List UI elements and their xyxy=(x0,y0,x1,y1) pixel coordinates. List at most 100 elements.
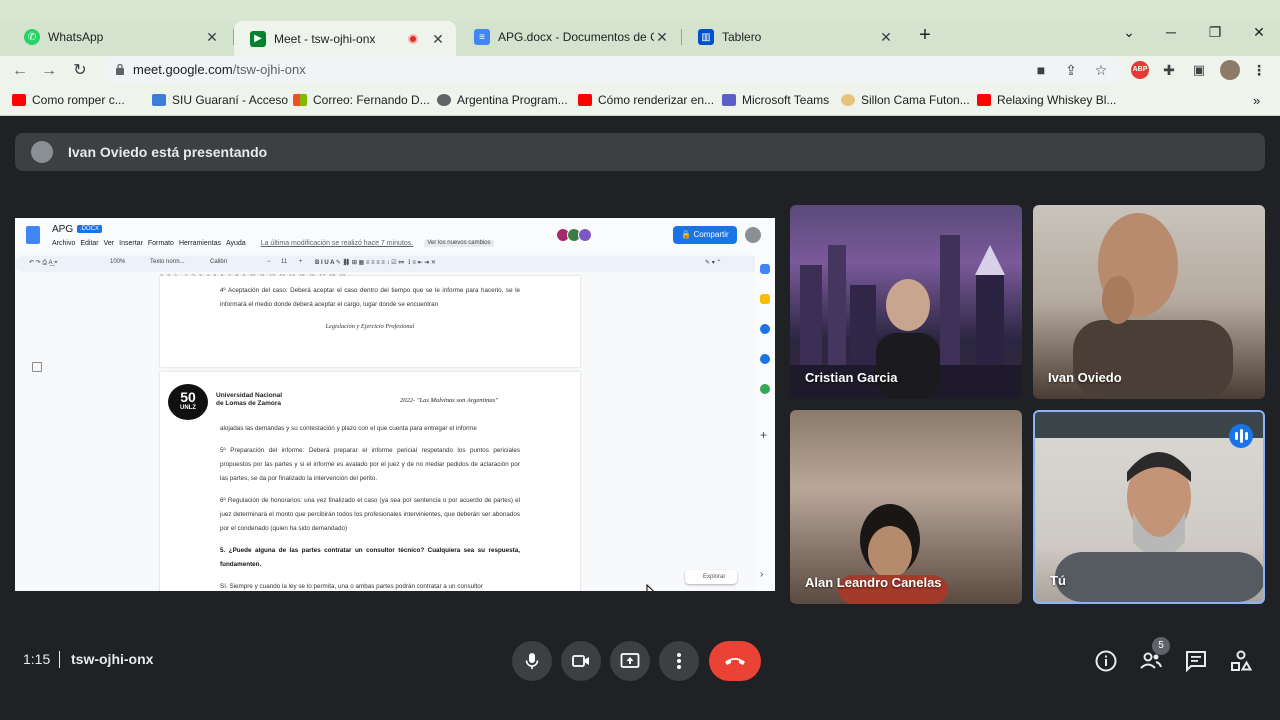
recording-icon xyxy=(408,33,418,44)
docx-badge: .DOCX xyxy=(77,225,103,233)
microphone-button[interactable] xyxy=(512,641,552,681)
paragraph: Sí. Siempre y cuando la ley se lo permit… xyxy=(220,583,483,590)
presenting-text: Ivan Oviedo está presentando xyxy=(68,144,268,160)
chat-icon[interactable] xyxy=(1184,649,1208,673)
close-icon[interactable]: ✕ xyxy=(878,29,894,45)
year-motto: 2022- "Las Malvinas son Argentinas" xyxy=(400,397,498,404)
reload-icon[interactable]: ↻ xyxy=(69,60,91,82)
bookmarks-bar: Como romper c... SIU Guaraní - Acceso Co… xyxy=(0,86,1280,116)
docs-icon: ≡ xyxy=(474,29,490,45)
menu-insertar[interactable]: Insertar xyxy=(119,240,143,247)
docs-header: APG .DOCX Archivo Editar Ver Insertar Fo… xyxy=(15,218,775,254)
docs-icon xyxy=(26,226,40,244)
back-icon[interactable]: ← xyxy=(9,60,31,82)
bookmark-item[interactable]: Correo: Fernando D... xyxy=(293,93,430,107)
university-name: Universidad Nacional de Lomas de Zamora xyxy=(216,392,283,407)
tab-whatsapp[interactable]: ✆ WhatsApp ✕ xyxy=(8,21,230,53)
info-icon[interactable] xyxy=(1094,649,1118,673)
paragraph: 5º Preparación del informe: Deberá prepa… xyxy=(220,447,520,482)
tab-title: Tablero xyxy=(722,30,762,44)
menu-formato[interactable]: Formato xyxy=(148,240,174,247)
minimize-button[interactable]: ─ xyxy=(1160,24,1182,40)
font-select: Calibri xyxy=(210,259,228,265)
present-screen-icon xyxy=(620,653,640,668)
tasks-icon xyxy=(760,324,770,334)
tab-title: APG.docx - Documentos de Goo xyxy=(498,30,654,44)
bookmark-item[interactable]: Microsoft Teams xyxy=(722,93,829,107)
page-1: 4º Aceptación del caso: Deberá aceptar e… xyxy=(160,276,580,367)
menu-archivo[interactable]: Archivo xyxy=(52,240,75,247)
speaking-indicator-icon xyxy=(1229,424,1253,448)
more-options-button[interactable] xyxy=(659,641,699,681)
shop-icon xyxy=(841,94,855,106)
tab-search-icon[interactable]: ⌄ xyxy=(1118,24,1140,41)
camera-icon[interactable]: ■ xyxy=(1033,62,1049,78)
forward-icon[interactable]: → xyxy=(38,60,60,82)
undo-icon: ↶ ↷ ⎙ A͟ ⌖ xyxy=(29,260,58,266)
keep-icon xyxy=(760,294,770,304)
add-icon: + xyxy=(760,428,768,442)
activities-icon[interactable] xyxy=(1229,649,1253,673)
doc-title: APG xyxy=(52,224,74,235)
share-icon[interactable]: ⇪ xyxy=(1063,62,1079,78)
profile-avatar[interactable] xyxy=(1220,60,1240,80)
close-icon[interactable]: ✕ xyxy=(430,31,446,47)
bookmark-item[interactable]: SIU Guaraní - Acceso xyxy=(152,93,288,107)
siu-icon xyxy=(152,94,166,106)
star-icon[interactable]: ☆ xyxy=(1093,62,1109,78)
url-host: meet.google.com xyxy=(133,62,233,77)
close-icon[interactable]: ✕ xyxy=(654,29,670,45)
present-button[interactable] xyxy=(610,641,650,681)
address-bar[interactable]: meet.google.com/tsw-ojhi-onx ■ ⇪ ☆ xyxy=(103,56,1123,84)
participant-tile[interactable]: Cristian Garcia xyxy=(790,205,1022,399)
bookmark-item[interactable]: Sillon Cama Futon... xyxy=(841,93,970,107)
font-size-plus-icon: + xyxy=(299,259,303,265)
tab-meet[interactable]: ▶ Meet - tsw-ojhi-onx ✕ xyxy=(234,21,456,56)
bookmark-item[interactable]: Argentina Program... xyxy=(437,93,568,107)
microphone-icon xyxy=(525,653,539,669)
tab-title: Meet - tsw-ojhi-onx xyxy=(274,31,376,46)
meeting-time: 1:15 xyxy=(23,651,51,667)
format-toolbar: ↶ ↷ ⎙ A͟ ⌖ 100% Texto norm... Calibri − … xyxy=(15,256,775,272)
side-panel-icon[interactable]: ▣ xyxy=(1190,61,1208,79)
close-window-button[interactable]: ✕ xyxy=(1248,24,1270,41)
menu-icon[interactable]: ⋮ xyxy=(1250,61,1268,79)
menu-herramientas[interactable]: Herramientas xyxy=(179,240,221,247)
end-call-button[interactable] xyxy=(709,641,761,681)
extensions-icon[interactable]: ✚ xyxy=(1160,61,1178,79)
camera-button[interactable] xyxy=(561,641,601,681)
participant-tile-self[interactable]: Tú xyxy=(1033,410,1265,604)
font-size-minus-icon: − xyxy=(267,259,271,265)
more-bookmarks-icon[interactable]: » xyxy=(1253,93,1260,108)
zoom-select: 100% xyxy=(110,259,126,265)
bookmark-item[interactable]: Cómo renderizar en... xyxy=(578,93,714,107)
adblock-icon[interactable]: ABP xyxy=(1131,61,1149,79)
participant-name: Ivan Oviedo xyxy=(1048,370,1122,385)
tab-docs[interactable]: ≡ APG.docx - Documentos de Goo ✕ xyxy=(458,21,680,53)
new-changes-button[interactable]: Ver los nuevos cambios xyxy=(424,240,494,247)
menu-ver[interactable]: Ver xyxy=(104,240,115,247)
participant-tile[interactable]: Ivan Oviedo xyxy=(1033,205,1265,399)
presenting-banner: Ivan Oviedo está presentando xyxy=(15,133,1265,171)
bookmark-item[interactable]: Como romper c... xyxy=(12,93,125,107)
url-path: /tsw-ojhi-onx xyxy=(232,62,306,77)
youtube-icon xyxy=(977,94,991,106)
more-vert-icon xyxy=(677,653,681,669)
maps-icon xyxy=(760,384,770,394)
youtube-icon xyxy=(578,94,592,106)
menu-ayuda[interactable]: Ayuda xyxy=(226,240,246,247)
compartir-button[interactable]: 🔒 Compartir xyxy=(673,226,737,244)
participant-tile[interactable]: Alan Leandro Canelas xyxy=(790,410,1022,604)
docs-side-panel: + › xyxy=(755,254,775,591)
bookmark-item[interactable]: Relaxing Whiskey Bl... xyxy=(977,93,1116,107)
tab-tablero[interactable]: ▥ Tablero ✕ xyxy=(682,21,904,53)
restore-button[interactable]: ❐ xyxy=(1204,24,1226,41)
last-modified-link[interactable]: La última modificación se realizó hace 7… xyxy=(261,240,414,247)
new-tab-button[interactable]: + xyxy=(914,24,936,46)
menu-editar[interactable]: Editar xyxy=(80,240,98,247)
editing-mode-icon: ✎ ▾ ⌃ xyxy=(705,260,722,266)
paragraph: 4º Aceptación del caso: Deberá aceptar e… xyxy=(220,287,520,308)
close-icon[interactable]: ✕ xyxy=(204,29,220,45)
paragraph: 6º Regulación de honorarios: una vez fin… xyxy=(220,497,520,532)
chevron-right-icon: › xyxy=(760,569,764,580)
